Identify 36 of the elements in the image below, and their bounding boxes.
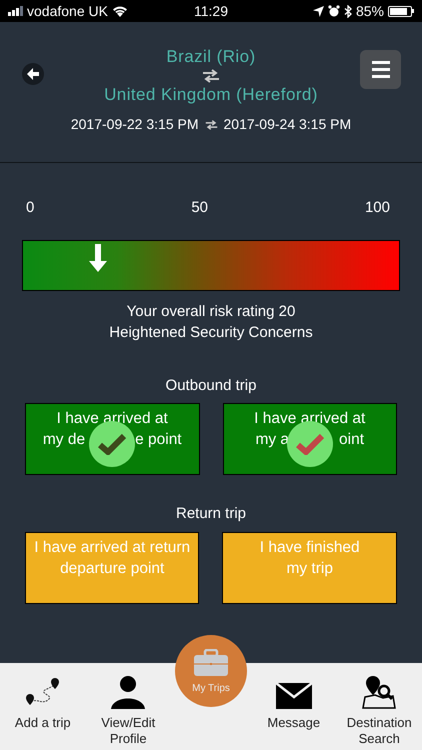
- button-label: oint: [339, 430, 364, 450]
- depart-date: 2017-09-22 3:15 PM: [70, 115, 198, 134]
- section-title: Outbound trip: [164, 376, 258, 396]
- person-icon: [110, 675, 146, 709]
- tab-item[interactable]: Destination Search: [336, 663, 422, 750]
- clock: 11:29: [194, 2, 228, 20]
- signal-icon: [8, 6, 23, 16]
- menu-button[interactable]: [360, 50, 401, 89]
- risk-rating: Your overall risk rating 20: [126, 302, 296, 322]
- battery-percent: 85%: [356, 2, 384, 20]
- tab-item[interactable]: View/Edit Profile: [86, 663, 171, 750]
- tab-item[interactable]: Add a trip: [0, 663, 86, 750]
- button-label: e point: [135, 430, 182, 450]
- battery-icon: [388, 6, 414, 16]
- back-arrow-icon: [27, 68, 39, 80]
- bluetooth-icon: [344, 4, 352, 18]
- origin-city: Brazil (Rio): [166, 46, 256, 68]
- alarm-icon: [328, 5, 340, 17]
- briefcase-icon: [193, 648, 229, 676]
- swap-icon: [204, 120, 218, 130]
- button-label: my de: [42, 430, 86, 450]
- back-button[interactable]: [22, 63, 44, 85]
- wifi-icon: [112, 5, 128, 17]
- risk-category: Heightened Security Concerns: [108, 322, 314, 342]
- scale-label: 100: [364, 198, 390, 218]
- swap-icon: [202, 69, 220, 83]
- section-title: Return trip: [174, 504, 248, 524]
- destination-city: United Kingdom (Hereford): [104, 84, 318, 106]
- location-icon: [312, 6, 324, 16]
- tab-item[interactable]: Message: [251, 663, 336, 750]
- carrier-name: vodafone UK: [27, 2, 108, 20]
- map-search-icon: [361, 675, 398, 709]
- tab-label: My Trips: [192, 682, 230, 696]
- scale-label: 0: [26, 198, 34, 218]
- scale-label: 50: [191, 198, 208, 218]
- return-date: 2017-09-24 3:15 PM: [224, 115, 352, 134]
